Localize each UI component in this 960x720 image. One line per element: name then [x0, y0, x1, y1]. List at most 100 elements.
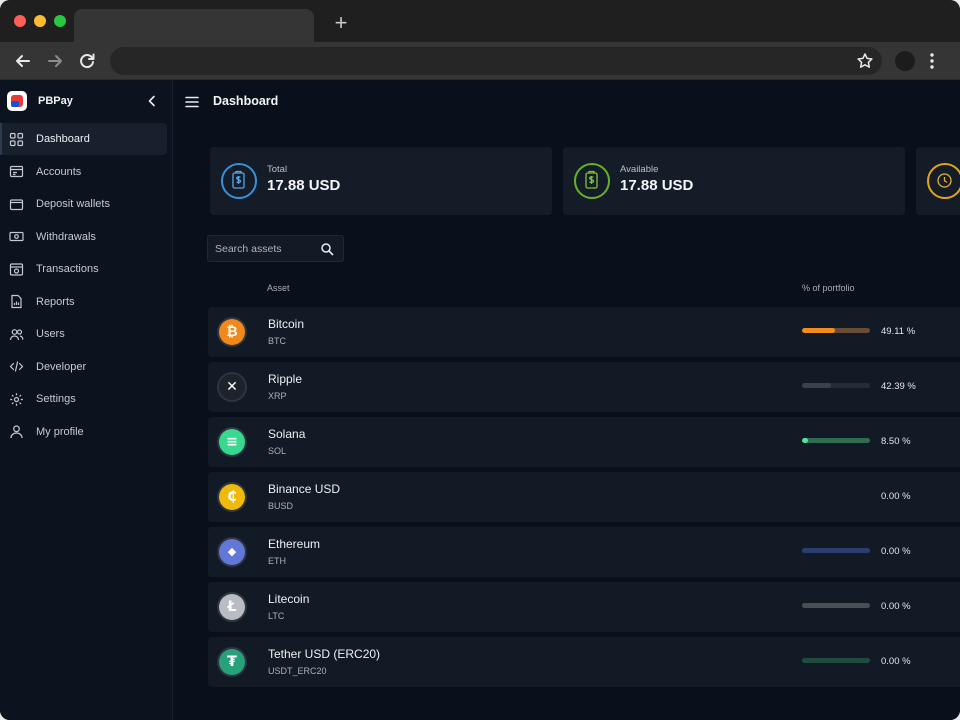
sidebar-item-label: Users: [36, 328, 65, 340]
portfolio-percent: 42.39 %: [881, 381, 916, 392]
asset-name: Litecoin: [268, 592, 310, 606]
minimize-window-button[interactable]: [34, 15, 46, 27]
asset-name: Solana: [268, 427, 306, 441]
browser-toolbar: [0, 42, 960, 80]
litecoin-coin-icon: Ł: [219, 594, 245, 620]
solana-coin-icon: ≡: [219, 429, 245, 455]
main-content: Dashboard Total 17.88 USD Available 17.8…: [173, 80, 960, 720]
sidebar-item-transactions[interactable]: Transactions: [0, 253, 172, 285]
report-icon: [11, 294, 22, 309]
asset-symbol: ETH: [268, 556, 286, 566]
wallet-icon: [9, 198, 24, 210]
pbpay-logo: [7, 91, 27, 111]
column-header-portfolio[interactable]: % of portfolio: [802, 283, 855, 293]
summary-card-available: Available 17.88 USD: [563, 147, 905, 215]
portfolio-share-bar: [802, 493, 870, 498]
forward-arrow-icon[interactable]: [44, 50, 66, 72]
asset-name: Tether USD (ERC20): [268, 647, 381, 661]
summary-card-total: Total 17.88 USD: [210, 147, 552, 215]
sidebar-item-developer[interactable]: Developer: [0, 351, 172, 383]
sidebar-item-reports[interactable]: Reports: [0, 286, 172, 318]
portfolio-share-fill: [802, 438, 808, 443]
bookmark-star-icon[interactable]: [856, 52, 874, 70]
asset-row[interactable]: ✕ Ripple XRP 42.39 %: [208, 362, 960, 412]
back-arrow-icon[interactable]: [12, 50, 34, 72]
collapse-sidebar-chevron-icon[interactable]: [146, 94, 158, 108]
binance-usd-coin-icon: ₵: [219, 484, 245, 510]
sidebar-item-withdrawals[interactable]: Withdrawals: [0, 221, 172, 253]
portfolio-percent: 0.00 %: [881, 601, 911, 612]
portfolio-share-bar: [802, 438, 870, 443]
bitcoin-coin-icon: ₿: [219, 319, 245, 345]
portfolio-percent: 0.00 %: [881, 656, 911, 667]
search-assets-box: [207, 235, 344, 262]
card-label: Available: [620, 164, 659, 175]
sidebar-item-label: Deposit wallets: [36, 198, 110, 210]
browser-tab[interactable]: [74, 9, 314, 42]
portfolio-percent: 8.50 %: [881, 436, 911, 447]
asset-row[interactable]: ₿ Bitcoin BTC 49.11 %: [208, 307, 960, 357]
menu-hamburger-icon[interactable]: [185, 96, 199, 108]
code-icon: [9, 361, 24, 372]
card-value: 17.88 USD: [620, 177, 694, 194]
sidebar-item-deposit-wallets[interactable]: Deposit wallets: [0, 188, 172, 220]
portfolio-share-bar: [802, 548, 870, 553]
asset-row[interactable]: ₵ Binance USD BUSD 0.00 %: [208, 472, 960, 522]
grid-icon: [9, 132, 24, 146]
sidebar-item-label: Dashboard: [36, 133, 90, 145]
asset-symbol: BTC: [268, 336, 286, 346]
browser-window: + PBPay Dashboard Accounts Deposit walle…: [0, 0, 960, 720]
portfolio-share-bar: [802, 658, 870, 663]
sidebar-item-label: Settings: [36, 393, 76, 405]
sidebar-item-my-profile[interactable]: My profile: [0, 416, 172, 448]
asset-row[interactable]: Ł Litecoin LTC 0.00 %: [208, 582, 960, 632]
sidebar: PBPay Dashboard Accounts Deposit wallets: [0, 80, 173, 720]
portfolio-percent: 0.00 %: [881, 491, 911, 502]
asset-name: Ripple: [268, 372, 303, 386]
search-icon[interactable]: [320, 242, 334, 256]
portfolio-percent: 0.00 %: [881, 546, 911, 557]
portfolio-share-fill: [802, 328, 836, 333]
browser-menu-icon[interactable]: [926, 51, 938, 71]
reload-icon[interactable]: [76, 50, 98, 72]
sidebar-nav: Dashboard Accounts Deposit wallets Withd…: [0, 123, 172, 448]
app-root: PBPay Dashboard Accounts Deposit wallets: [0, 80, 960, 720]
cash-icon: [9, 231, 24, 242]
sidebar-item-label: Accounts: [36, 165, 82, 178]
brand-name: PBPay: [38, 95, 73, 107]
sidebar-item-settings[interactable]: Settings: [0, 383, 172, 415]
portfolio-share-bar: [802, 603, 870, 608]
asset-symbol: XRP: [268, 391, 287, 401]
portfolio-share-fill: [802, 383, 831, 388]
available-balance-icon: [574, 163, 610, 199]
users-icon: [9, 328, 24, 340]
asset-name: Ethereum: [268, 537, 321, 551]
address-bar[interactable]: [110, 47, 882, 75]
accounts-icon: [9, 165, 24, 178]
ethereum-coin-icon: ◆: [219, 539, 245, 565]
asset-row[interactable]: ₮ Tether USD (ERC20) USDT_ERC20 0.00 %: [208, 637, 960, 687]
asset-row[interactable]: ◆ Ethereum ETH 0.00 %: [208, 527, 960, 577]
sidebar-item-accounts[interactable]: Accounts: [0, 156, 172, 188]
close-window-button[interactable]: [14, 15, 26, 27]
asset-symbol: LTC: [268, 611, 285, 621]
summary-card-pending: [916, 147, 960, 215]
user-icon: [10, 425, 23, 439]
portfolio-share-bar: [802, 328, 870, 333]
total-balance-icon: [221, 163, 257, 199]
sidebar-item-dashboard[interactable]: Dashboard: [0, 123, 167, 155]
browser-profile-avatar[interactable]: [895, 51, 915, 71]
column-header-asset[interactable]: Asset: [267, 283, 290, 293]
brand: PBPay: [7, 91, 73, 111]
asset-row[interactable]: ≡ Solana SOL 8.50 %: [208, 417, 960, 467]
sidebar-item-label: Withdrawals: [36, 230, 96, 243]
sidebar-item-users[interactable]: Users: [0, 318, 172, 350]
portfolio-percent: 49.11 %: [881, 326, 916, 337]
maximize-window-button[interactable]: [54, 15, 66, 27]
new-tab-button[interactable]: +: [330, 12, 352, 34]
tether-usd-erc20-coin-icon: ₮: [219, 649, 245, 675]
asset-symbol: USDT_ERC20: [268, 666, 327, 676]
asset-symbol: SOL: [268, 446, 287, 456]
search-input[interactable]: [215, 240, 315, 258]
card-value: 17.88 USD: [267, 177, 341, 194]
